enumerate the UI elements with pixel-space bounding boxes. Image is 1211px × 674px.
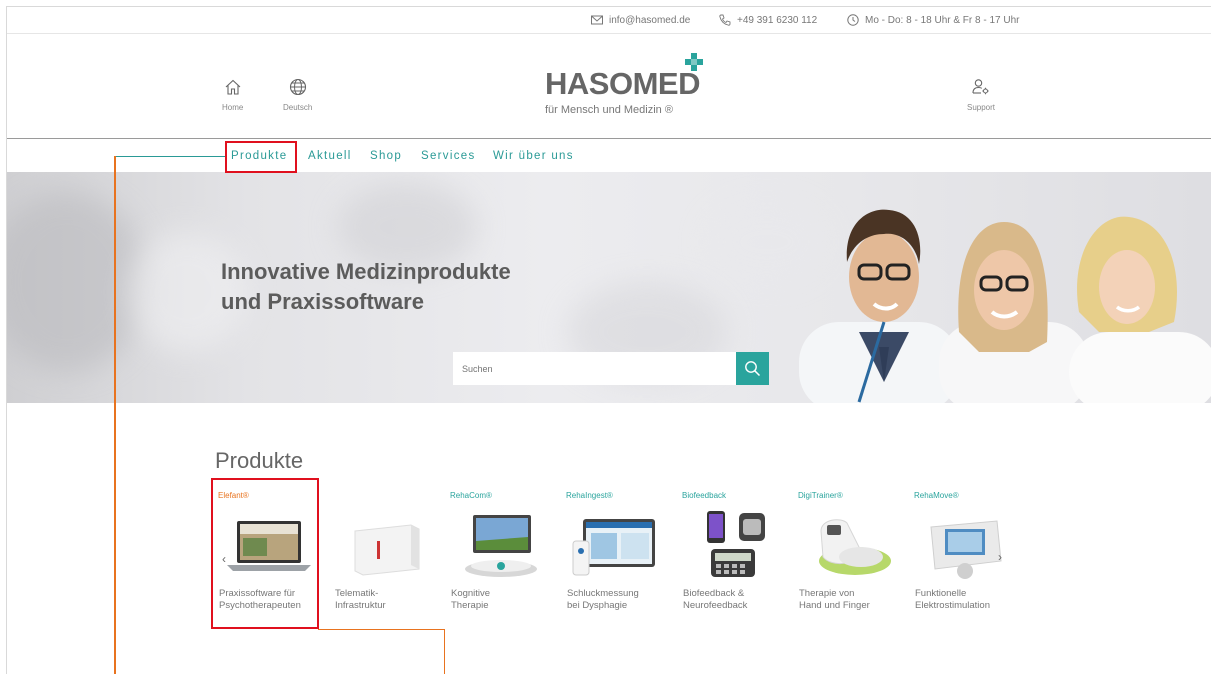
product-label-line1: Telematik- xyxy=(335,588,379,599)
phone-link[interactable]: +49 391 6230 112 xyxy=(719,14,817,26)
highlight-box-nav-produkte xyxy=(225,141,297,173)
home-icon xyxy=(225,79,241,95)
hero-banner: Innovative Medizinprodukte und Praxissof… xyxy=(7,172,1211,403)
product-label-line1: Schluckmessung xyxy=(567,588,639,599)
biofeedback-device-image xyxy=(707,511,765,577)
product-brand: RehaCom® xyxy=(450,491,492,500)
nav-item-wir-ueber-uns[interactable]: Wir über uns xyxy=(493,150,574,162)
support-link[interactable]: Support xyxy=(967,78,995,112)
page-frame: info@hasomed.de +49 391 6230 112 Mo - Do… xyxy=(6,6,1211,674)
product-label-line2: Elektrostimulation xyxy=(915,600,990,611)
router-device-image xyxy=(354,524,420,576)
product-brand: Biofeedback xyxy=(682,491,727,500)
product-label: Kognitive Therapie xyxy=(451,588,561,612)
product-label-line2: Therapie xyxy=(451,600,489,611)
hero-title-line2: und Praxissoftware xyxy=(221,289,424,314)
digitrainer-device-image xyxy=(819,519,891,575)
annotation-line-orange-drop xyxy=(444,629,445,674)
annotation-line-orange-horizontal xyxy=(318,629,445,630)
email-text: info@hasomed.de xyxy=(609,14,691,26)
support-label: Support xyxy=(967,103,996,112)
highlight-box-product-elefant xyxy=(211,478,319,629)
hasomed-logo[interactable]: HASOMED für Mensch und Medizin ® xyxy=(543,53,713,126)
product-label-line1: Funktionelle xyxy=(915,588,967,599)
mail-icon xyxy=(591,15,603,25)
product-brand: RehaMove® xyxy=(914,491,959,500)
product-label-line2: bei Dysphagie xyxy=(567,600,628,611)
product-label: Biofeedback & Neurofeedback xyxy=(683,588,793,612)
search-box xyxy=(453,352,769,385)
products-heading: Produkte xyxy=(215,448,304,473)
contact-bar: info@hasomed.de +49 391 6230 112 Mo - Do… xyxy=(7,7,1211,34)
globe-icon xyxy=(289,78,306,96)
site-header: Home Deutsch HASOMED für Mensch und Medi… xyxy=(7,34,1211,139)
nav-item-aktuell[interactable]: Aktuell xyxy=(308,150,352,162)
nav-item-shop[interactable]: Shop xyxy=(370,150,402,162)
logo-tagline: für Mensch und Medizin ® xyxy=(545,104,673,116)
product-label-line2: Hand und Finger xyxy=(799,600,870,611)
product-label: Telematik- Infrastruktur xyxy=(335,588,445,612)
rehaingest-device-image xyxy=(572,519,655,576)
home-link[interactable]: Home xyxy=(222,78,243,112)
hours-text: Mo - Do: 8 - 18 Uhr & Fr 8 - 17 Uhr xyxy=(865,14,1020,26)
product-brand: DigiTrainer® xyxy=(798,491,843,500)
clock-icon xyxy=(847,14,859,26)
annotation-line-orange-vertical xyxy=(114,156,116,674)
product-label-line2: Neurofeedback xyxy=(683,600,748,611)
logo-wordmark: HASOMED xyxy=(545,66,700,101)
logo-cross-icon xyxy=(685,53,703,71)
search-button[interactable] xyxy=(736,352,769,385)
carousel-next-arrow[interactable]: › xyxy=(998,550,1002,564)
product-brand: RehaIngest® xyxy=(566,491,613,500)
product-label: Schluckmessung bei Dysphagie xyxy=(567,588,677,612)
hero-title-line1: Innovative Medizinprodukte xyxy=(221,259,511,284)
product-label-line2: Infrastruktur xyxy=(335,600,386,611)
product-label-line1: Kognitive xyxy=(451,588,491,599)
support-user-gear-icon xyxy=(972,79,989,95)
rehacom-device-image xyxy=(465,515,537,577)
product-label-line1: Therapie von xyxy=(799,588,855,599)
search-input[interactable] xyxy=(453,352,737,385)
language-label: Deutsch xyxy=(283,103,313,112)
home-label: Home xyxy=(222,103,244,112)
opening-hours: Mo - Do: 8 - 18 Uhr & Fr 8 - 17 Uhr xyxy=(847,14,1020,26)
rehamove-device-image xyxy=(930,520,1002,579)
annotation-line-teal xyxy=(114,156,225,157)
hero-title: Innovative Medizinprodukte und Praxissof… xyxy=(221,257,511,317)
language-link[interactable]: Deutsch xyxy=(283,78,312,112)
nav-item-services[interactable]: Services xyxy=(421,150,476,162)
product-label-line1: Biofeedback & xyxy=(683,588,745,599)
hero-people-image xyxy=(799,209,1211,403)
phone-text: +49 391 6230 112 xyxy=(737,14,818,26)
search-icon xyxy=(745,361,761,377)
product-label: Therapie von Hand und Finger xyxy=(799,588,909,612)
email-link[interactable]: info@hasomed.de xyxy=(591,14,690,26)
phone-icon xyxy=(719,14,731,26)
product-label: Funktionelle Elektrostimulation xyxy=(915,588,1025,612)
